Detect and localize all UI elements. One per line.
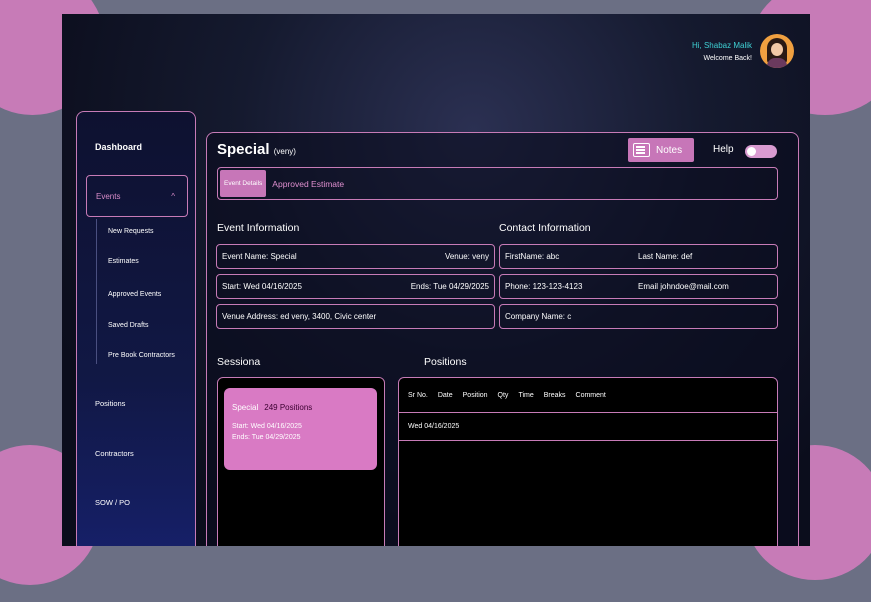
main-panel: Special (veny) Notes Help Event Details … xyxy=(206,132,799,546)
event-info-title: Event Information xyxy=(217,222,300,234)
venue-value: Venue: veny xyxy=(444,252,489,261)
column-header: Comment xyxy=(575,391,606,399)
column-header: Position xyxy=(462,391,488,399)
sidebar-item-positions[interactable]: Positions xyxy=(95,399,125,408)
company-value: Company Name: c xyxy=(505,312,572,321)
venue-address-value: Venue Address: ed veny, 3400, Civic cent… xyxy=(222,312,377,321)
tab-event-details[interactable]: Event Details xyxy=(220,170,267,197)
sidebar-item-label: Events xyxy=(96,191,121,201)
event-dates-field: Start: Wed 04/16/2025 Ends: Tue 04/29/20… xyxy=(216,274,495,299)
sidebar-subitem-pre-book-contractors[interactable]: Pre Book Contractors xyxy=(108,352,175,359)
sessions-title: Sessiona xyxy=(217,356,261,368)
notes-icon xyxy=(633,143,650,157)
avatar[interactable] xyxy=(760,34,794,68)
last-name-value: Last Name: def xyxy=(638,252,693,261)
sidebar-subitem-saved-drafts[interactable]: Saved Drafts xyxy=(108,322,148,329)
user-greeting: Hi, Shabaz Malik xyxy=(691,40,752,50)
column-header: Time xyxy=(518,391,534,399)
ends-value: Ends: Tue 04/29/2025 xyxy=(410,282,489,291)
notes-button[interactable]: Notes xyxy=(628,138,694,162)
positions-table: Sr No. Date Position Qty Time Breaks Com… xyxy=(398,377,778,546)
contact-phone-email-field: Phone: 123-123-4123 Email johndoe@mail.c… xyxy=(499,274,778,299)
company-field: Company Name: c xyxy=(499,304,778,329)
session-start: Start: Wed 04/16/2025 xyxy=(232,423,302,430)
avatar-face xyxy=(771,43,783,56)
sidebar-subitem-new-requests[interactable]: New Requests xyxy=(108,228,154,235)
start-value: Start: Wed 04/16/2025 xyxy=(222,282,302,291)
sidebar-item-events[interactable]: Events ^ xyxy=(86,175,188,217)
column-header: Qty xyxy=(497,391,509,399)
phone-value: Phone: 123-123-4123 xyxy=(505,282,583,291)
chevron-up-icon: ^ xyxy=(171,191,175,201)
venue-address-field: Venue Address: ed veny, 3400, Civic cent… xyxy=(216,304,495,329)
page-subtitle: (veny) xyxy=(273,147,296,156)
table-header: Sr No. Date Position Qty Time Breaks Com… xyxy=(399,378,777,412)
submenu-line xyxy=(96,219,97,364)
page-title: Special (veny) xyxy=(217,141,296,158)
help-toggle[interactable] xyxy=(745,145,777,158)
table-row[interactable]: Wed 04/16/2025 xyxy=(398,412,778,441)
user-profile[interactable]: Hi, Shabaz Malik Welcome Back! xyxy=(692,34,794,68)
tab-bar: Event Details Approved Estimate xyxy=(217,167,778,200)
tab-approved-estimate[interactable]: Approved Estimate xyxy=(272,179,344,189)
welcome-text: Welcome Back! xyxy=(703,54,753,62)
user-text: Hi, Shabaz Malik Welcome Back! xyxy=(692,41,752,62)
column-header: Sr No. xyxy=(408,391,428,399)
sidebar: Dashboard Events ^ New Requests Estimate… xyxy=(76,111,196,546)
session-ends: Ends: Tue 04/29/2025 xyxy=(232,434,301,441)
column-header: Breaks xyxy=(543,391,566,399)
contact-info-title: Contact Information xyxy=(499,222,591,234)
column-header: Date xyxy=(437,391,453,399)
event-name-value: Event Name: Special xyxy=(222,252,297,261)
positions-title: Positions xyxy=(424,356,467,368)
page-title-text: Special xyxy=(217,141,270,158)
sidebar-item-sow-po[interactable]: SOW / PO xyxy=(95,498,130,507)
session-count: 249 Positions xyxy=(264,403,313,412)
sidebar-subitem-estimates[interactable]: Estimates xyxy=(108,258,139,265)
sidebar-subitem-approved-events[interactable]: Approved Events xyxy=(108,291,161,298)
session-name: Special xyxy=(232,403,259,412)
avatar-body xyxy=(767,58,787,68)
event-name-field: Event Name: Special Venue: veny xyxy=(216,244,495,269)
sidebar-item-contractors[interactable]: Contractors xyxy=(95,449,134,458)
row-date: Wed 04/16/2025 xyxy=(408,423,460,430)
session-card[interactable]: Special 249 Positions Start: Wed 04/16/20… xyxy=(224,388,377,470)
first-name-value: FirstName: abc xyxy=(505,252,560,261)
app-window: Hi, Shabaz Malik Welcome Back! Dashboard… xyxy=(62,14,810,546)
sessions-panel: Special 249 Positions Start: Wed 04/16/20… xyxy=(217,377,385,546)
notes-label: Notes xyxy=(656,144,683,156)
email-value: Email johndoe@mail.com xyxy=(638,282,729,291)
help-label: Help xyxy=(713,144,734,155)
contact-name-field: FirstName: abc Last Name: def xyxy=(499,244,778,269)
sidebar-item-dashboard[interactable]: Dashboard xyxy=(95,142,142,152)
